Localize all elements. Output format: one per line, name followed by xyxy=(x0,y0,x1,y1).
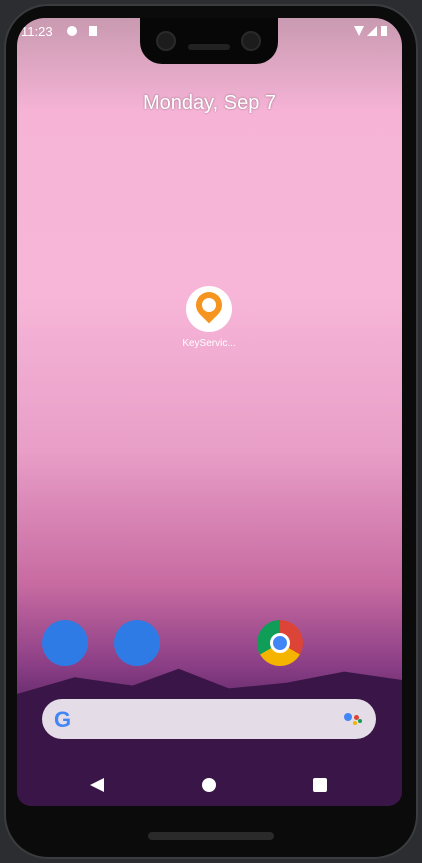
speaker-grille xyxy=(188,44,230,50)
wifi-icon xyxy=(354,26,364,36)
sd-card-icon xyxy=(89,26,97,36)
assistant-icon[interactable] xyxy=(344,713,362,725)
recents-button[interactable] xyxy=(313,778,327,792)
signal-icon xyxy=(367,26,377,36)
camera-notch xyxy=(140,18,278,64)
camera-icon xyxy=(156,31,176,51)
messages-app-icon[interactable] xyxy=(114,620,160,666)
camera-icon xyxy=(241,31,261,51)
keyservice-icon xyxy=(186,286,232,332)
date-widget[interactable]: Monday, Sep 7 xyxy=(17,92,402,115)
app-label: KeyServic... xyxy=(182,338,236,349)
chin-speaker xyxy=(148,832,274,840)
battery-icon xyxy=(381,26,387,36)
app-keyservice[interactable]: KeyServic... xyxy=(177,286,241,349)
status-time: 11:23 xyxy=(21,24,53,39)
google-search-bar[interactable]: G xyxy=(42,699,376,739)
home-screen: 11:23 Monday, Sep 7 KeyServic... G xyxy=(17,18,402,806)
notification-icon xyxy=(67,26,77,36)
phone-app-icon[interactable] xyxy=(42,620,88,666)
google-icon: G xyxy=(54,707,72,732)
home-button[interactable] xyxy=(202,778,216,792)
chrome-app-icon[interactable] xyxy=(257,620,303,666)
